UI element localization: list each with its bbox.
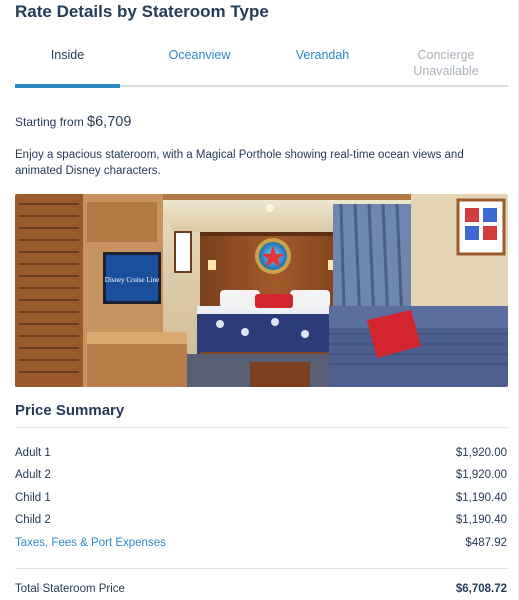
price-row-amount: $487.92 — [465, 537, 507, 549]
tab-oceanview[interactable]: Oceanview — [138, 38, 261, 86]
tab-inside-label: Inside — [50, 48, 85, 62]
tab-concierge-label: Concierge — [417, 48, 475, 62]
price-row-amount: $1,190.40 — [455, 514, 507, 526]
price-row-child-1: Child 1 $1,190.40 — [15, 489, 507, 507]
price-row-amount: $1,920.00 — [455, 469, 507, 481]
total-price-row: Total Stateroom Price $6,708.72 — [15, 580, 507, 598]
taxes-fees-link[interactable]: Taxes, Fees & Port Expenses — [15, 534, 166, 552]
starting-price-value: $6,709 — [87, 114, 132, 130]
tv-brand-text: Disney Cruise Line — [105, 276, 159, 284]
tab-concierge-status: Unavailable — [413, 64, 479, 78]
price-row-child-2: Child 2 $1,190.40 — [15, 511, 507, 529]
price-row-adult-1: Adult 1 $1,920.00 — [15, 444, 507, 462]
price-row-taxes: Taxes, Fees & Port Expenses $487.92 — [15, 534, 507, 552]
active-tab-indicator — [15, 84, 120, 88]
price-summary-divider — [15, 427, 507, 428]
tab-verandah[interactable]: Verandah — [261, 38, 384, 86]
stateroom-illustration: Disney Cruise Line — [15, 194, 508, 387]
price-row-label: Adult 1 — [15, 447, 51, 459]
total-divider — [15, 568, 507, 569]
total-price-label: Total Stateroom Price — [15, 583, 125, 595]
tab-inside[interactable]: Inside — [15, 38, 120, 86]
starting-price: Starting from $6,709 — [15, 114, 131, 130]
price-row-adult-2: Adult 2 $1,920.00 — [15, 466, 507, 484]
stateroom-tabs: Inside Oceanview Verandah Concierge Unav… — [15, 38, 508, 88]
page-title: Rate Details by Stateroom Type — [15, 2, 269, 21]
price-row-amount: $1,190.40 — [455, 492, 507, 504]
stateroom-photo: Disney Cruise Line — [15, 194, 508, 387]
price-row-label: Child 2 — [15, 514, 51, 526]
stateroom-description: Enjoy a spacious stateroom, with a Magic… — [15, 149, 464, 177]
tab-verandah-label: Verandah — [295, 48, 350, 62]
tab-oceanview-label: Oceanview — [168, 48, 231, 62]
total-price-amount: $6,708.72 — [455, 583, 507, 595]
price-summary-title: Price Summary — [15, 402, 125, 419]
price-row-label: Child 1 — [15, 492, 51, 504]
starting-price-prefix: Starting from — [15, 115, 84, 129]
price-row-label: Adult 2 — [15, 469, 51, 481]
tab-concierge: Concierge Unavailable — [384, 38, 508, 86]
price-row-amount: $1,920.00 — [455, 447, 507, 459]
